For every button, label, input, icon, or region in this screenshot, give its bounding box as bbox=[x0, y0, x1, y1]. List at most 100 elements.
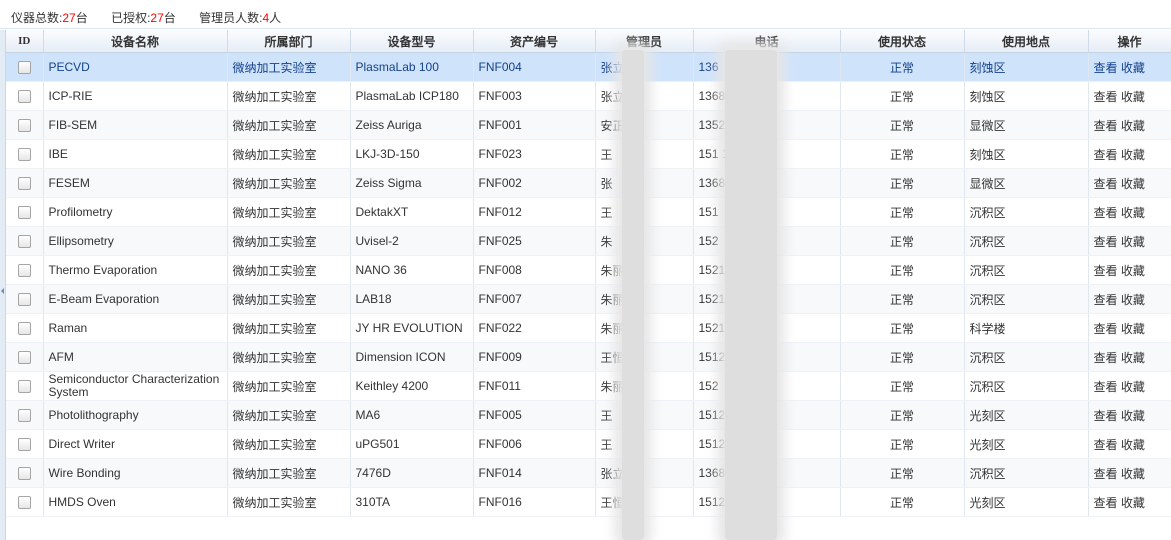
column-header-manager[interactable]: 管理员 bbox=[595, 30, 694, 53]
table-row[interactable]: AFM 微纳加工实验室 Dimension ICON FNF009 王恒 1512 1 正常… bbox=[6, 342, 1171, 372]
table-row[interactable]: IBE 微纳加工实验室 LKJ-3D-150 FNF023 王 151 1 正常 刻蚀区 查看 … bbox=[6, 139, 1171, 169]
view-link[interactable]: 查看 bbox=[1094, 409, 1118, 423]
table-row[interactable]: Direct Writer 微纳加工实验室 uPG501 FNF006 王 1512 正常光… bbox=[6, 429, 1171, 459]
cell-location: 沉积区 bbox=[964, 371, 1089, 401]
favorite-link[interactable]: 收藏 bbox=[1121, 177, 1145, 191]
view-link[interactable]: 查看 bbox=[1094, 177, 1118, 191]
view-link[interactable]: 查看 bbox=[1094, 496, 1118, 510]
cell-asset-number: FNF012 bbox=[473, 197, 596, 227]
view-link[interactable]: 查看 bbox=[1094, 90, 1118, 104]
table-row[interactable]: Photolithography 微纳加工实验室 MA6 FNF005 王 1512 正常光… bbox=[6, 400, 1171, 430]
favorite-link[interactable]: 收藏 bbox=[1121, 380, 1145, 394]
cell-name: HMDS Oven bbox=[43, 487, 228, 517]
cell-manager: 张立 bbox=[595, 458, 694, 488]
view-link[interactable]: 查看 bbox=[1094, 351, 1118, 365]
row-checkbox[interactable] bbox=[17, 61, 31, 75]
view-link[interactable]: 查看 bbox=[1094, 148, 1118, 162]
row-checkbox[interactable] bbox=[17, 90, 31, 104]
table-row[interactable]: Ellipsometry 微纳加工实验室 Uvisel-2 FNF025 朱 152 正常沉… bbox=[6, 226, 1171, 256]
cell-department: 微纳加工实验室 bbox=[227, 52, 351, 82]
view-link[interactable]: 查看 bbox=[1094, 264, 1118, 278]
row-checkbox[interactable] bbox=[17, 264, 31, 278]
table-row[interactable]: Wire Bonding 微纳加工实验室 7476D FNF014 张立 13681 9正… bbox=[6, 458, 1171, 488]
table-row[interactable]: PECVD 微纳加工实验室 PlasmaLab 100 FNF004 张立 136 正常 刻蚀… bbox=[6, 52, 1171, 82]
view-link[interactable]: 查看 bbox=[1094, 61, 1118, 75]
cell-actions: 查看 收藏 bbox=[1088, 139, 1171, 169]
row-checkbox[interactable] bbox=[17, 496, 31, 510]
cell-status: 正常 bbox=[840, 342, 965, 372]
cell-manager: 朱丽 bbox=[595, 255, 694, 285]
column-header-id[interactable]: ID bbox=[6, 30, 44, 53]
favorite-link[interactable]: 收藏 bbox=[1121, 322, 1145, 336]
cell-location: 科学楼 bbox=[964, 313, 1089, 343]
table-row[interactable]: Raman 微纳加工实验室 JY HR EVOLUTION FNF022 朱丽 15216… bbox=[6, 313, 1171, 343]
favorite-link[interactable]: 收藏 bbox=[1121, 467, 1145, 481]
row-checkbox[interactable] bbox=[17, 148, 31, 162]
favorite-link[interactable]: 收藏 bbox=[1121, 148, 1145, 162]
cell-status: 正常 bbox=[840, 429, 965, 459]
view-link[interactable]: 查看 bbox=[1094, 119, 1118, 133]
table-row[interactable]: HMDS Oven 微纳加工实验室 310TA FNF016 王恒 15121 正常 光刻区查… bbox=[6, 487, 1171, 517]
favorite-link[interactable]: 收藏 bbox=[1121, 438, 1145, 452]
row-checkbox[interactable] bbox=[17, 380, 31, 394]
view-link[interactable]: 查看 bbox=[1094, 322, 1118, 336]
cell-location: 光刻区 bbox=[964, 429, 1089, 459]
cell-actions: 查看 收藏 bbox=[1088, 400, 1171, 430]
row-checkbox[interactable] bbox=[17, 119, 31, 133]
view-link[interactable]: 查看 bbox=[1094, 467, 1118, 481]
cell-department: 微纳加工实验室 bbox=[227, 313, 351, 343]
cell-name: Semiconductor Characterization System bbox=[43, 371, 228, 401]
cell-id bbox=[6, 284, 44, 314]
cell-department: 微纳加工实验室 bbox=[227, 371, 351, 401]
favorite-link[interactable]: 收藏 bbox=[1121, 409, 1145, 423]
favorite-link[interactable]: 收藏 bbox=[1121, 496, 1145, 510]
cell-manager: 朱丽 bbox=[595, 371, 694, 401]
row-checkbox[interactable] bbox=[17, 177, 31, 191]
cell-model: Keithley 4200 bbox=[350, 371, 474, 401]
cell-name: PECVD bbox=[43, 52, 228, 82]
row-checkbox[interactable] bbox=[17, 351, 31, 365]
row-checkbox[interactable] bbox=[17, 293, 31, 307]
row-checkbox[interactable] bbox=[17, 206, 31, 220]
cell-manager: 朱丽 bbox=[595, 284, 694, 314]
view-link[interactable]: 查看 bbox=[1094, 206, 1118, 220]
cell-id bbox=[6, 168, 44, 198]
column-header-department[interactable]: 所属部门 bbox=[227, 30, 351, 53]
favorite-link[interactable]: 收藏 bbox=[1121, 206, 1145, 220]
cell-status: 正常 bbox=[840, 284, 965, 314]
cell-model: PlasmaLab ICP180 bbox=[350, 81, 474, 111]
table-row[interactable]: FESEM 微纳加工实验室 Zeiss Sigma FNF002 张 1368 正常 显微区查… bbox=[6, 168, 1171, 198]
row-checkbox[interactable] bbox=[17, 409, 31, 423]
favorite-link[interactable]: 收藏 bbox=[1121, 264, 1145, 278]
favorite-link[interactable]: 收藏 bbox=[1121, 235, 1145, 249]
view-link[interactable]: 查看 bbox=[1094, 438, 1118, 452]
table-row[interactable]: E-Beam Evaporation 微纳加工实验室 LAB18 FNF007 朱丽 15… bbox=[6, 284, 1171, 314]
table-row[interactable]: Semiconductor Characterization System 微纳加… bbox=[6, 371, 1171, 401]
column-header-model[interactable]: 设备型号 bbox=[350, 30, 474, 53]
column-header-name[interactable]: 设备名称 bbox=[43, 30, 228, 53]
row-checkbox[interactable] bbox=[17, 438, 31, 452]
view-link[interactable]: 查看 bbox=[1094, 380, 1118, 394]
view-link[interactable]: 查看 bbox=[1094, 293, 1118, 307]
column-header-status[interactable]: 使用状态 bbox=[840, 30, 965, 53]
row-checkbox[interactable] bbox=[17, 467, 31, 481]
view-link[interactable]: 查看 bbox=[1094, 235, 1118, 249]
stat-authorized: 已授权:27台 bbox=[111, 11, 176, 25]
row-checkbox[interactable] bbox=[17, 322, 31, 336]
cell-status: 正常 bbox=[840, 197, 965, 227]
column-header-asset-number[interactable]: 资产编号 bbox=[473, 30, 596, 53]
row-checkbox[interactable] bbox=[17, 235, 31, 249]
table-row[interactable]: FIB-SEM 微纳加工实验室 Zeiss Auriga FNF001 安正 1352 正常… bbox=[6, 110, 1171, 140]
table-row[interactable]: Profilometry 微纳加工实验室 DektakXT FNF012 王 151 正常沉… bbox=[6, 197, 1171, 227]
column-header-location[interactable]: 使用地点 bbox=[964, 30, 1089, 53]
stat-total-devices: 仪器总数:27台 bbox=[11, 11, 88, 25]
cell-actions: 查看 收藏 bbox=[1088, 458, 1171, 488]
stat-admin-count: 管理员人数:4人 bbox=[199, 11, 282, 25]
table-row[interactable]: ICP-RIE 微纳加工实验室 PlasmaLab ICP180 FNF003 张立 13… bbox=[6, 81, 1171, 111]
favorite-link[interactable]: 收藏 bbox=[1121, 119, 1145, 133]
favorite-link[interactable]: 收藏 bbox=[1121, 293, 1145, 307]
favorite-link[interactable]: 收藏 bbox=[1121, 90, 1145, 104]
table-row[interactable]: Thermo Evaporation 微纳加工实验室 NANO 36 FNF008 朱丽… bbox=[6, 255, 1171, 285]
favorite-link[interactable]: 收藏 bbox=[1121, 351, 1145, 365]
favorite-link[interactable]: 收藏 bbox=[1121, 61, 1145, 75]
